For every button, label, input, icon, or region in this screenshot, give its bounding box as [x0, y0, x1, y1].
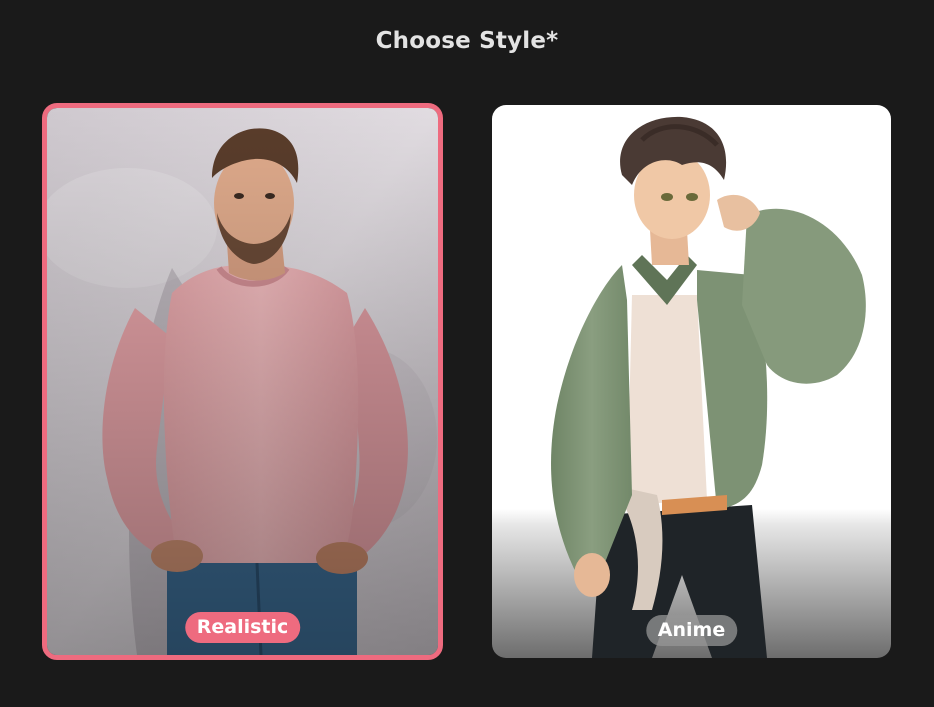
style-option-anime[interactable]: Anime	[492, 105, 891, 658]
style-picker-page: Choose Style* Realistic Anime	[0, 0, 934, 707]
anime-boy-illustration	[492, 105, 891, 658]
style-label-anime: Anime	[645, 615, 738, 646]
style-label-realistic: Realistic	[184, 612, 301, 643]
realistic-man-photo	[47, 108, 438, 655]
page-title: Choose Style*	[375, 28, 559, 54]
style-option-realistic[interactable]: Realistic	[42, 103, 443, 660]
